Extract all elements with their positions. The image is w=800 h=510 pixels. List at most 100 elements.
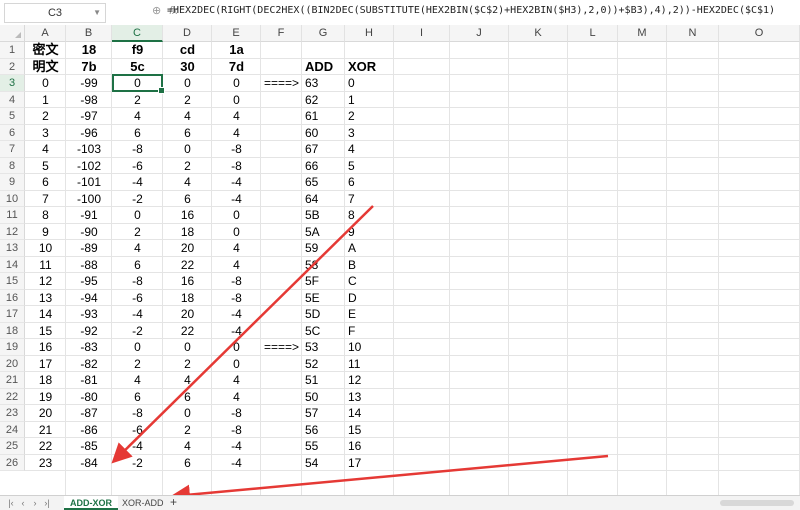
cell-h7[interactable]: 4 — [348, 141, 394, 158]
cell-d4[interactable]: 2 — [163, 92, 212, 109]
cell-b20[interactable]: -82 — [66, 356, 112, 373]
cell-b2[interactable]: 7b — [66, 59, 112, 76]
cell-h3[interactable]: 0 — [348, 75, 394, 92]
cell-f5[interactable] — [264, 108, 302, 125]
cell-h1[interactable] — [348, 42, 394, 59]
cell-c1[interactable]: f9 — [112, 42, 163, 59]
cell-g20[interactable]: 52 — [305, 356, 345, 373]
row-header[interactable]: 17 — [0, 306, 25, 323]
cell-f13[interactable] — [264, 240, 302, 257]
cell-a19[interactable]: 16 — [25, 339, 66, 356]
cell-a10[interactable]: 7 — [25, 191, 66, 208]
cell-g7[interactable]: 67 — [305, 141, 345, 158]
cell-c19[interactable]: 0 — [112, 339, 163, 356]
cell-c21[interactable]: 4 — [112, 372, 163, 389]
cell-e18[interactable]: -4 — [212, 323, 261, 340]
tab-add-xor[interactable]: ADD-XOR — [64, 496, 118, 510]
cell-h6[interactable]: 3 — [348, 125, 394, 142]
cell-d24[interactable]: 2 — [163, 422, 212, 439]
next-sheet-icon[interactable]: › — [30, 496, 40, 510]
cell-h14[interactable]: B — [348, 257, 394, 274]
cell-f15[interactable] — [264, 273, 302, 290]
cell-a17[interactable]: 14 — [25, 306, 66, 323]
cell-d22[interactable]: 6 — [163, 389, 212, 406]
cell-e22[interactable]: 4 — [212, 389, 261, 406]
chevron-down-icon[interactable]: ▼ — [93, 4, 101, 22]
cell-f4[interactable] — [264, 92, 302, 109]
row-header[interactable]: 1 — [0, 42, 25, 59]
cell-g26[interactable]: 54 — [305, 455, 345, 472]
column-header-j[interactable]: J — [450, 25, 509, 42]
cell-c9[interactable]: -4 — [112, 174, 163, 191]
cell-f23[interactable] — [264, 405, 302, 422]
cell-b15[interactable]: -95 — [66, 273, 112, 290]
cell-g16[interactable]: 5E — [305, 290, 345, 307]
active-cell-selection[interactable] — [112, 74, 165, 94]
cell-c12[interactable]: 2 — [112, 224, 163, 241]
cell-e7[interactable]: -8 — [212, 141, 261, 158]
cell-a25[interactable]: 22 — [25, 438, 66, 455]
cell-g8[interactable]: 66 — [305, 158, 345, 175]
row-header[interactable]: 20 — [0, 355, 25, 372]
column-header-c[interactable]: C — [112, 25, 163, 42]
cell-h17[interactable]: E — [348, 306, 394, 323]
cell-e19[interactable]: 0 — [212, 339, 261, 356]
cell-c17[interactable]: -4 — [112, 306, 163, 323]
row-header[interactable]: 8 — [0, 157, 25, 174]
cell-f22[interactable] — [264, 389, 302, 406]
cell-h9[interactable]: 6 — [348, 174, 394, 191]
cell-d3[interactable]: 0 — [163, 75, 212, 92]
cell-b24[interactable]: -86 — [66, 422, 112, 439]
cell-c4[interactable]: 2 — [112, 92, 163, 109]
cell-d14[interactable]: 22 — [163, 257, 212, 274]
cell-e5[interactable]: 4 — [212, 108, 261, 125]
cell-f2[interactable] — [264, 59, 302, 76]
cell-d10[interactable]: 6 — [163, 191, 212, 208]
cell-b8[interactable]: -102 — [66, 158, 112, 175]
cell-f6[interactable] — [264, 125, 302, 142]
name-box[interactable]: C3 ▼ — [4, 3, 106, 23]
cell-d25[interactable]: 4 — [163, 438, 212, 455]
cell-f12[interactable] — [264, 224, 302, 241]
cell-b19[interactable]: -83 — [66, 339, 112, 356]
cell-e21[interactable]: 4 — [212, 372, 261, 389]
cell-e4[interactable]: 0 — [212, 92, 261, 109]
prev-sheet-icon[interactable]: ‹ — [18, 496, 28, 510]
cell-a16[interactable]: 13 — [25, 290, 66, 307]
column-header-h[interactable]: H — [345, 25, 394, 42]
cell-g15[interactable]: 5F — [305, 273, 345, 290]
column-header-n[interactable]: N — [667, 25, 719, 42]
cell-f16[interactable] — [264, 290, 302, 307]
cell-e23[interactable]: -8 — [212, 405, 261, 422]
cell-a26[interactable]: 23 — [25, 455, 66, 472]
column-header-k[interactable]: K — [509, 25, 568, 42]
cell-d26[interactable]: 6 — [163, 455, 212, 472]
cell-g21[interactable]: 51 — [305, 372, 345, 389]
cell-b18[interactable]: -92 — [66, 323, 112, 340]
cell-h8[interactable]: 5 — [348, 158, 394, 175]
column-header-b[interactable]: B — [66, 25, 112, 42]
cell-e2[interactable]: 7d — [212, 59, 261, 76]
cell-c22[interactable]: 6 — [112, 389, 163, 406]
row-header[interactable]: 15 — [0, 273, 25, 290]
row-header[interactable]: 5 — [0, 108, 25, 125]
cell-g1[interactable] — [305, 42, 345, 59]
cell-g22[interactable]: 50 — [305, 389, 345, 406]
cell-g14[interactable]: 58 — [305, 257, 345, 274]
row-header[interactable]: 11 — [0, 207, 25, 224]
cell-e13[interactable]: 4 — [212, 240, 261, 257]
row-header[interactable]: 4 — [0, 91, 25, 108]
cell-f3[interactable]: ====> — [264, 75, 302, 92]
cell-b14[interactable]: -88 — [66, 257, 112, 274]
cell-g11[interactable]: 5B — [305, 207, 345, 224]
row-header[interactable]: 14 — [0, 256, 25, 273]
cell-a18[interactable]: 15 — [25, 323, 66, 340]
row-header[interactable]: 13 — [0, 240, 25, 257]
horizontal-scrollbar[interactable] — [720, 500, 794, 506]
row-header[interactable]: 9 — [0, 174, 25, 191]
cell-a4[interactable]: 1 — [25, 92, 66, 109]
cell-b25[interactable]: -85 — [66, 438, 112, 455]
cell-f8[interactable] — [264, 158, 302, 175]
cell-c20[interactable]: 2 — [112, 356, 163, 373]
cell-a3[interactable]: 0 — [25, 75, 66, 92]
